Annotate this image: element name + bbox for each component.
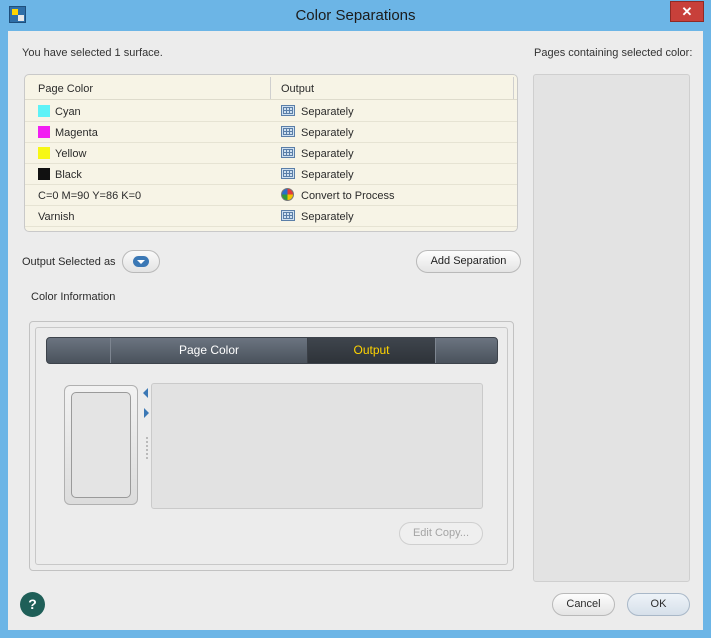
table-row[interactable]: C=0 M=90 Y=86 K=0 Convert to Process bbox=[25, 185, 517, 206]
color-swatch-inner bbox=[71, 392, 131, 498]
output-mode[interactable]: Convert to Process bbox=[301, 190, 395, 202]
help-button[interactable]: ? bbox=[20, 592, 45, 617]
column-divider bbox=[513, 77, 514, 99]
page-color-name: Yellow bbox=[55, 148, 87, 160]
cancel-button[interactable]: Cancel bbox=[552, 593, 615, 616]
chevron-down-icon bbox=[133, 256, 149, 267]
window-title: Color Separations bbox=[295, 7, 416, 24]
color-information-label: Color Information bbox=[31, 291, 116, 303]
grid-icon bbox=[281, 126, 295, 137]
tab-spacer-right bbox=[435, 338, 498, 363]
color-swatch-icon bbox=[38, 105, 50, 117]
output-selected-dropdown[interactable] bbox=[122, 250, 160, 273]
color-swatch-preview bbox=[64, 385, 138, 505]
color-swatch-icon bbox=[38, 126, 50, 138]
add-separation-button[interactable]: Add Separation bbox=[416, 250, 521, 273]
dialog-body: You have selected 1 surface. Pages conta… bbox=[8, 31, 703, 630]
selection-status: You have selected 1 surface. bbox=[22, 47, 163, 59]
table-row[interactable]: Varnish Separately bbox=[25, 206, 517, 227]
tab-page-color[interactable]: Page Color bbox=[111, 338, 308, 363]
output-mode[interactable]: Separately bbox=[301, 106, 354, 118]
resize-grip-icon[interactable] bbox=[146, 436, 148, 460]
grid-icon bbox=[281, 210, 295, 221]
output-mode[interactable]: Separately bbox=[301, 169, 354, 181]
column-header-output[interactable]: Output bbox=[281, 83, 314, 95]
title-bar: Color Separations ✕ bbox=[0, 0, 711, 31]
output-mode[interactable]: Separately bbox=[301, 148, 354, 160]
color-swatch-icon bbox=[38, 147, 50, 159]
pages-list[interactable] bbox=[533, 74, 690, 582]
page-color-name: Cyan bbox=[55, 106, 81, 118]
page-color-name: C=0 M=90 Y=86 K=0 bbox=[38, 190, 142, 202]
process-icon bbox=[281, 188, 294, 201]
table-header: Page Color Output bbox=[25, 75, 517, 100]
grid-icon bbox=[281, 147, 295, 158]
collapse-left-icon[interactable] bbox=[143, 388, 148, 398]
grid-icon bbox=[281, 168, 295, 179]
column-divider bbox=[270, 77, 271, 99]
color-information-inner: Page Color Output Edit Copy... bbox=[35, 327, 508, 565]
table-row[interactable]: Cyan Separately bbox=[25, 101, 517, 122]
page-color-name: Black bbox=[55, 169, 82, 181]
table-row[interactable]: Yellow Separately bbox=[25, 143, 517, 164]
tab-output[interactable]: Output bbox=[308, 338, 435, 363]
color-information-panel: Page Color Output Edit Copy... bbox=[29, 321, 514, 571]
page-color-name: Magenta bbox=[55, 127, 98, 139]
separations-table: Page Color Output Cyan Separately Magenta S… bbox=[24, 74, 518, 232]
expand-right-icon[interactable] bbox=[144, 408, 149, 418]
edit-copy-button[interactable]: Edit Copy... bbox=[399, 522, 483, 545]
color-swatch-icon bbox=[38, 168, 50, 180]
column-header-page-color[interactable]: Page Color bbox=[38, 83, 93, 95]
output-mode[interactable]: Separately bbox=[301, 127, 354, 139]
pages-label: Pages containing selected color: bbox=[534, 47, 693, 59]
table-row[interactable]: Magenta Separately bbox=[25, 122, 517, 143]
page-color-name: Varnish bbox=[38, 211, 75, 223]
table-row[interactable]: Black Separately bbox=[25, 164, 517, 185]
color-details-panel bbox=[151, 383, 483, 509]
ok-button[interactable]: OK bbox=[627, 593, 690, 616]
tab-spacer-left bbox=[47, 338, 111, 363]
close-button[interactable]: ✕ bbox=[670, 1, 704, 22]
dialog-window: Color Separations ✕ You have selected 1 … bbox=[0, 0, 711, 638]
color-info-tabs: Page Color Output bbox=[46, 337, 498, 364]
grid-icon bbox=[281, 105, 295, 116]
output-mode[interactable]: Separately bbox=[301, 211, 354, 223]
output-selected-label: Output Selected as bbox=[22, 256, 116, 268]
